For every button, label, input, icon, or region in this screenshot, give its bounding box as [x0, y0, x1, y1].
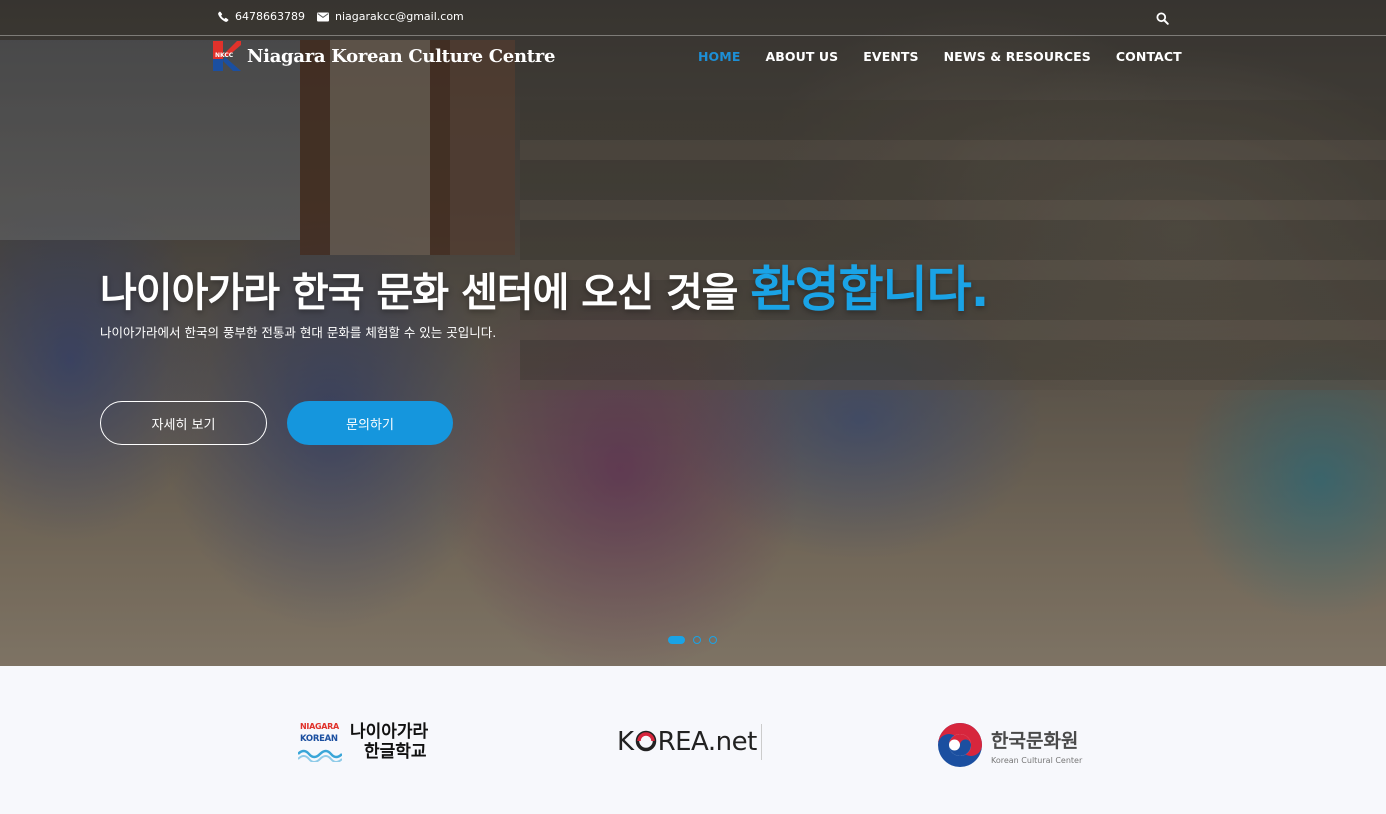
taegeuk-icon — [938, 723, 982, 767]
taegeuk-o-icon — [635, 730, 656, 752]
phone-link[interactable]: 6478663789 — [218, 10, 305, 23]
hangul-school-badge-bottom: KOREAN — [300, 734, 338, 744]
korea-net-divider — [760, 724, 762, 760]
nav-menu: HOME ABOUT US EVENTS NEWS & RESOURCES CO… — [698, 49, 1207, 64]
contact-info: 6478663789 niagarakcc@gmail.com — [218, 10, 476, 23]
partners-section: NIAGARA KOREAN 나이아가라 한글학교 K REA.net 한국문화… — [0, 666, 1386, 814]
partner-hangul-school[interactable]: NIAGARA KOREAN 나이아가라 한글학교 — [298, 720, 428, 764]
search-button[interactable] — [1156, 10, 1169, 29]
hero-headline-highlight: 환영합니다. — [750, 261, 989, 318]
phone-icon — [218, 11, 229, 22]
partner-korean-cultural-center[interactable]: 한국문화원 Korean Cultural Center — [937, 722, 1082, 768]
slider-dot-2[interactable] — [693, 636, 701, 644]
nav-item-contact[interactable]: CONTACT — [1116, 49, 1182, 64]
nkcc-logo-icon: NKCC — [213, 41, 241, 71]
korea-net-logo: K REA.net — [617, 727, 757, 757]
logo-abbreviation: NKCC — [215, 52, 234, 59]
kcc-name-korean: 한국문화원 — [991, 729, 1079, 752]
site-logo[interactable]: NKCC Niagara Korean Culture Centre — [213, 41, 555, 71]
hangul-school-badge-top: NIAGARA — [300, 722, 339, 731]
hero-headline: 나이아가라 한국 문화 센터에 오신 것을 환영합니다. — [100, 250, 989, 321]
partner-korea-net[interactable]: K REA.net — [617, 724, 762, 760]
nav-item-about-us[interactable]: ABOUT US — [765, 49, 838, 64]
email-link[interactable]: niagarakcc@gmail.com — [317, 10, 464, 23]
hangul-school-badge: NIAGARA KOREAN — [298, 720, 344, 764]
kcc-name-english: Korean Cultural Center — [991, 755, 1083, 765]
nav-item-home[interactable]: HOME — [698, 49, 740, 64]
envelope-icon — [317, 12, 329, 21]
site-name: Niagara Korean Culture Centre — [247, 45, 556, 67]
search-icon — [1156, 12, 1169, 25]
korea-net-k: K — [617, 727, 634, 757]
nav-item-news-resources[interactable]: NEWS & RESOURCES — [944, 49, 1091, 64]
hangul-school-name-line1: 나이아가라 — [350, 722, 429, 742]
korea-net-domain: .net — [707, 727, 757, 757]
hangul-school-name: 나이아가라 한글학교 — [350, 722, 428, 762]
kcc-text: 한국문화원 Korean Cultural Center — [991, 726, 1082, 765]
korea-net-rea: REA — [657, 727, 709, 757]
hero-headline-main: 나이아가라 한국 문화 센터에 오신 것을 — [100, 270, 751, 316]
phone-number: 6478663789 — [235, 10, 305, 23]
learn-more-button[interactable]: 자세히 보기 — [100, 401, 267, 445]
slider-pagination — [668, 636, 725, 644]
hero-subtitle: 나이아가라에서 한국의 풍부한 전통과 현대 문화를 체험할 수 있는 곳입니다… — [100, 325, 497, 340]
slider-dot-1[interactable] — [668, 636, 685, 644]
hangul-school-name-line2: 한글학교 — [364, 742, 427, 762]
slider-dot-3[interactable] — [709, 636, 717, 644]
top-bar: 6478663789 niagarakcc@gmail.com — [0, 0, 1386, 36]
hero-section: 6478663789 niagarakcc@gmail.com NKCC Nia… — [0, 0, 1386, 666]
nav-item-events[interactable]: EVENTS — [863, 49, 918, 64]
main-navigation: NKCC Niagara Korean Culture Centre HOME … — [0, 37, 1386, 77]
email-address: niagarakcc@gmail.com — [335, 10, 464, 23]
wave-icon — [298, 749, 342, 762]
contact-us-button[interactable]: 문의하기 — [287, 401, 453, 445]
